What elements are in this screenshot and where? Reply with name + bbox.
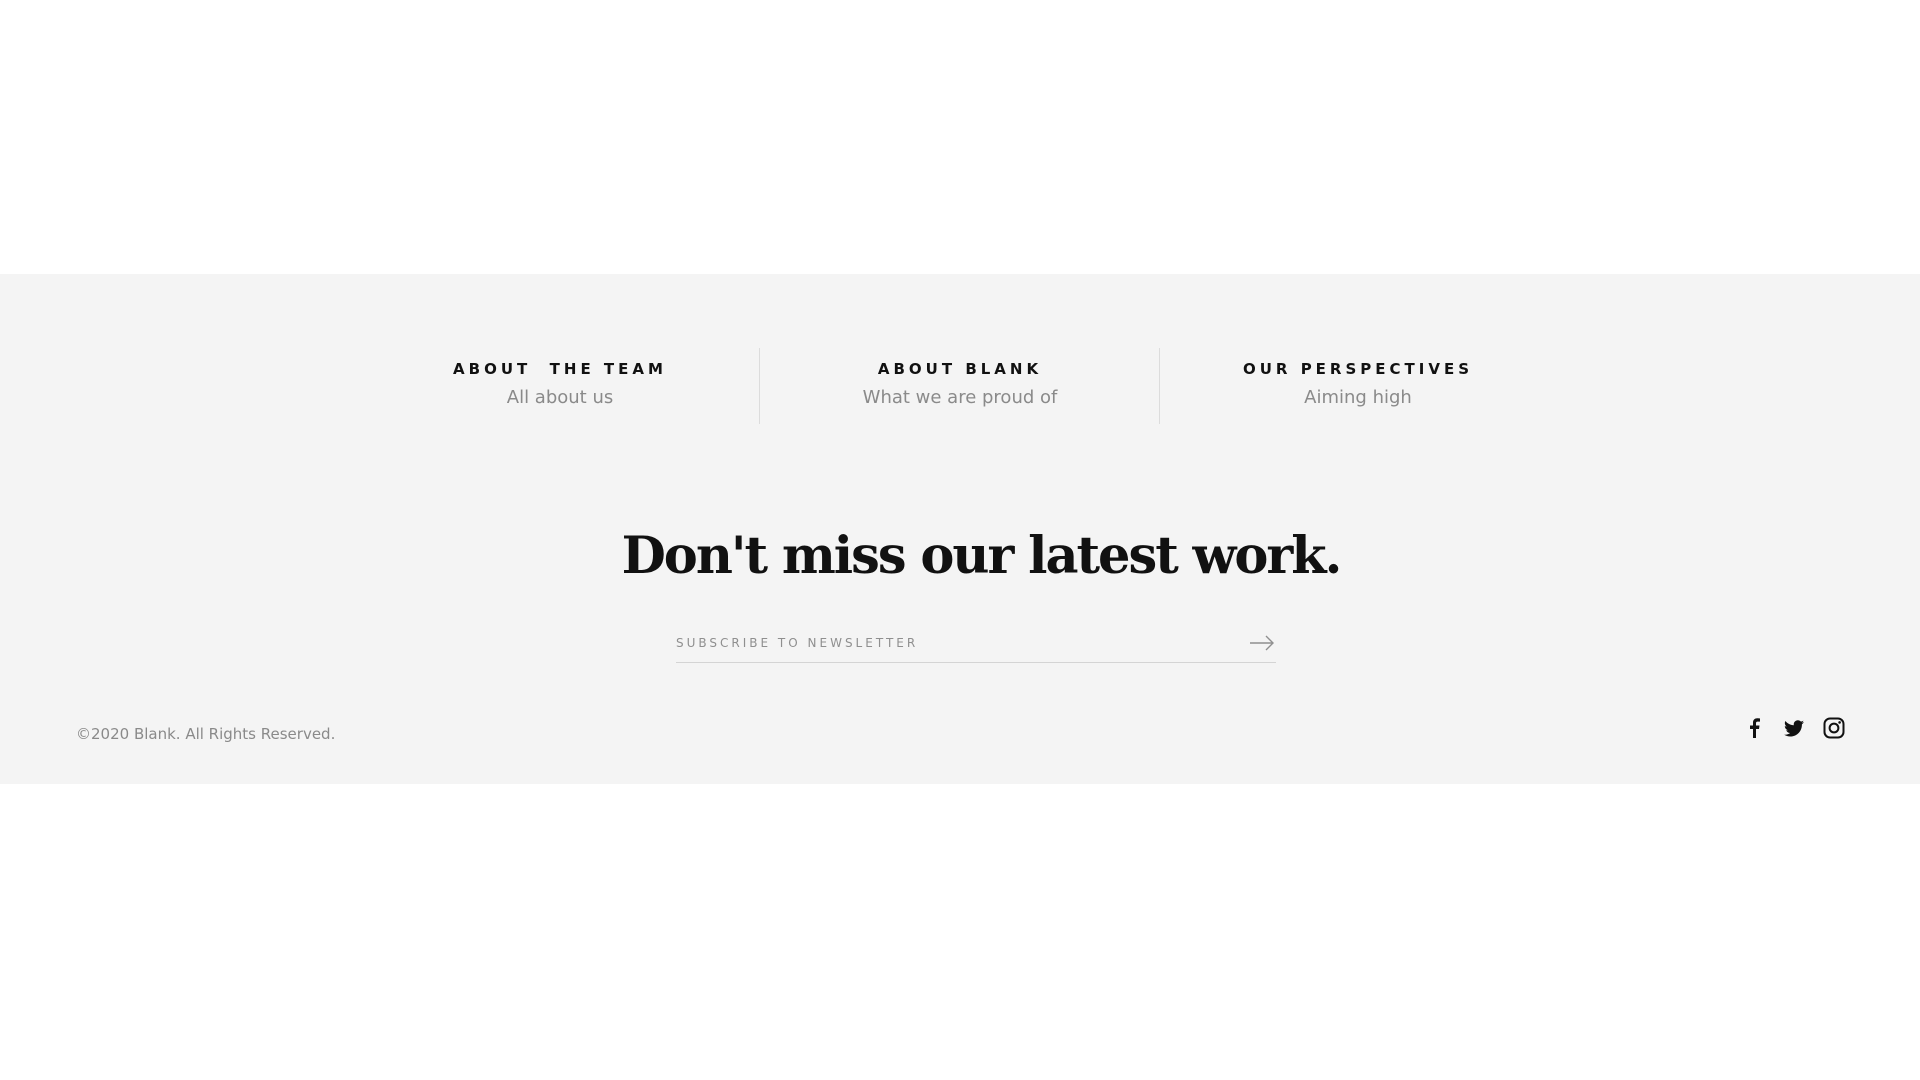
newsletter-form <box>676 626 1276 663</box>
twitter-icon <box>1784 719 1804 736</box>
facebook-link[interactable] <box>1742 716 1766 740</box>
link-subtitle: Aiming high <box>1304 387 1412 408</box>
instagram-link[interactable] <box>1822 716 1846 740</box>
link-subtitle: What we are proud of <box>862 387 1058 408</box>
link-title: ABOUT BLANK <box>877 360 1043 378</box>
footer-link-about-blank[interactable]: ABOUT BLANK What we are proud of <box>820 348 1100 424</box>
link-subtitle: All about us <box>506 387 614 408</box>
link-title: OUR PERSPECTIVES <box>1242 360 1474 378</box>
footer-link-our-perspectives[interactable]: OUR PERSPECTIVES Aiming high <box>1218 348 1498 424</box>
copyright-text: ©2020 Blank. All Rights Reserved. <box>76 725 336 743</box>
newsletter-submit-button[interactable] <box>1248 631 1276 655</box>
newsletter-email-input[interactable] <box>676 626 1216 660</box>
column-divider <box>759 348 760 424</box>
link-title: ABOUT THE TEAM <box>453 360 667 378</box>
instagram-icon <box>1823 717 1845 739</box>
arrow-right-icon <box>1250 635 1274 651</box>
twitter-link[interactable] <box>1782 716 1806 740</box>
footer-link-columns: ABOUT THE TEAM All about us ABOUT BLANK … <box>0 348 1920 424</box>
site-footer: ABOUT THE TEAM All about us ABOUT BLANK … <box>0 274 1920 784</box>
facebook-icon <box>1750 718 1760 738</box>
footer-link-about-team[interactable]: ABOUT THE TEAM All about us <box>420 348 700 424</box>
newsletter-headline: Don't miss our latest work. <box>621 526 1343 586</box>
column-divider <box>1159 348 1160 424</box>
